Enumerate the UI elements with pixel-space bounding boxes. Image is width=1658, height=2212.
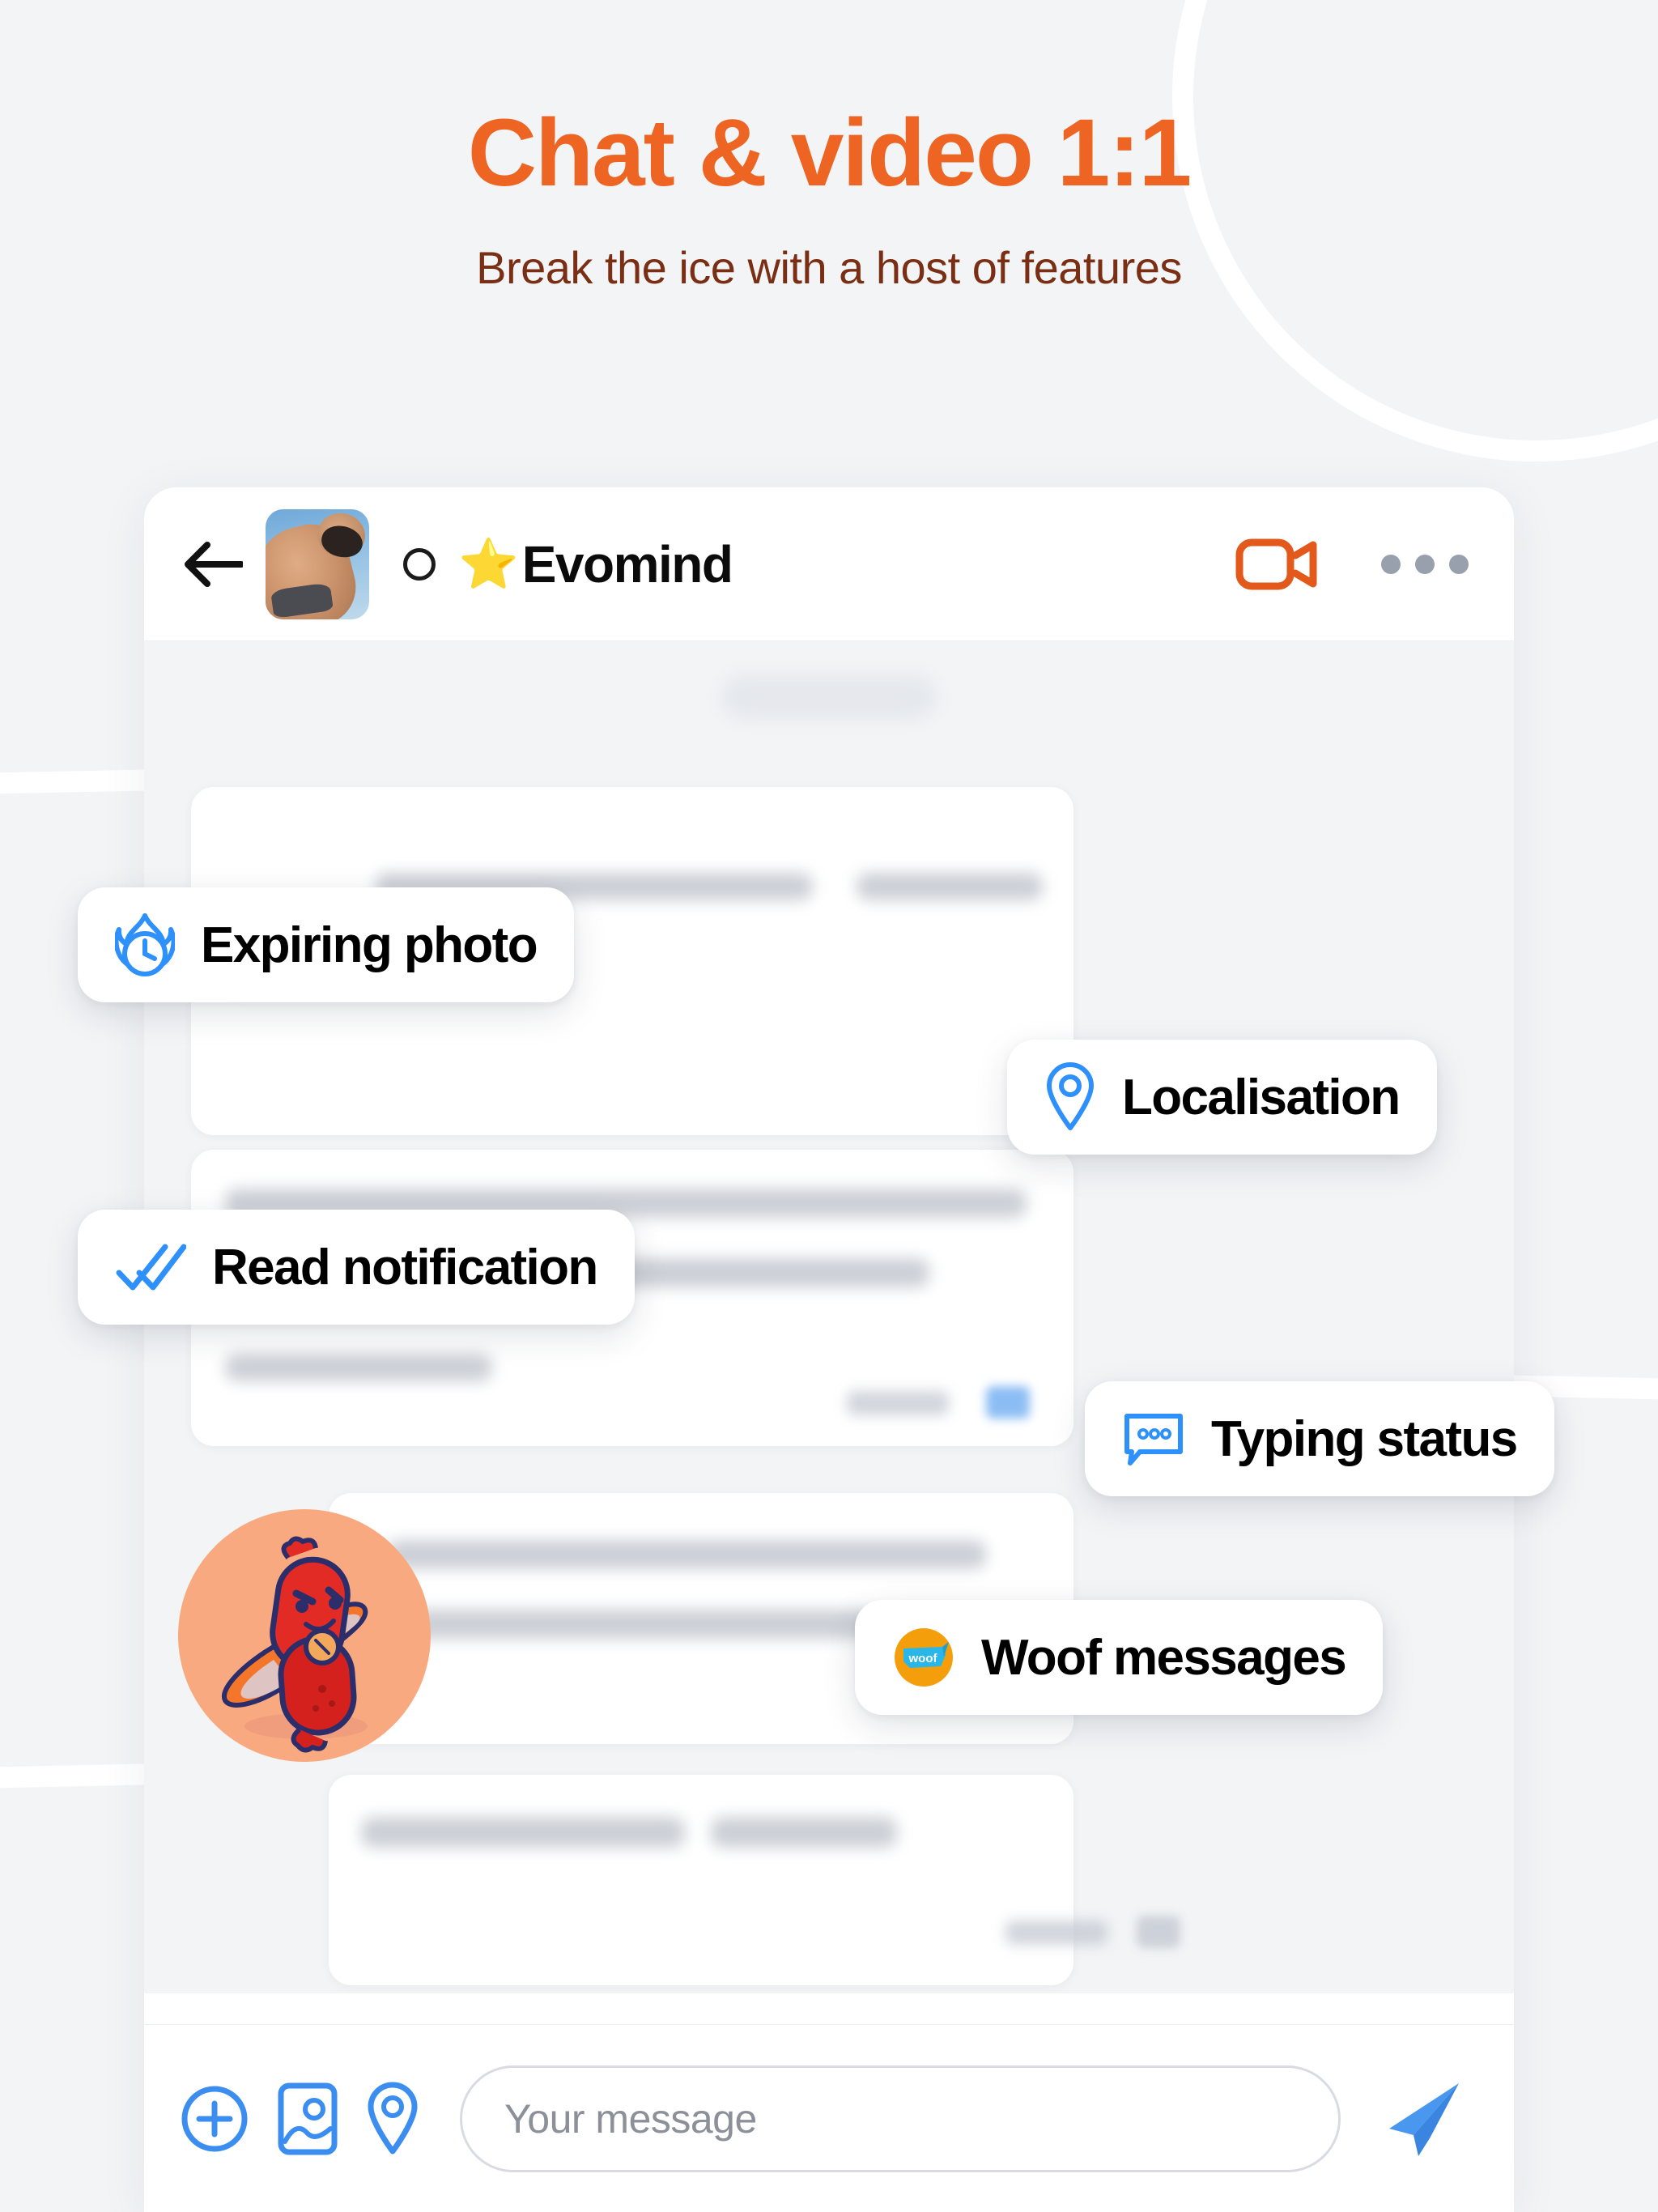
message-text-line bbox=[225, 1354, 492, 1381]
message-text-line bbox=[857, 873, 1043, 900]
feature-pill-typing-status[interactable]: Typing status bbox=[1085, 1381, 1554, 1496]
avatar[interactable] bbox=[266, 508, 369, 619]
image-icon bbox=[278, 2082, 338, 2155]
more-dot-3 bbox=[1449, 554, 1469, 574]
feature-pill-woof-messages[interactable]: woof Woof messages bbox=[855, 1600, 1384, 1715]
back-arrow-icon bbox=[185, 541, 243, 587]
location-pin-icon bbox=[1044, 1061, 1096, 1133]
chat-identity[interactable]: ⭐ Evomind bbox=[403, 534, 1235, 594]
page-header: Chat & video 1:1 Break the ice with a ho… bbox=[0, 100, 1658, 294]
more-dot-1 bbox=[1381, 554, 1401, 574]
message-input-placeholder: Your message bbox=[504, 2095, 757, 2142]
date-separator bbox=[721, 675, 937, 719]
back-button[interactable] bbox=[181, 533, 244, 596]
chat-card: ⭐ Evomind Your message bbox=[144, 487, 1514, 2212]
video-call-button[interactable] bbox=[1235, 534, 1320, 594]
location-pin-icon bbox=[368, 2082, 418, 2154]
typing-bubble-icon bbox=[1122, 1410, 1185, 1468]
more-options-button[interactable] bbox=[1381, 554, 1469, 574]
message-timestamp bbox=[847, 1391, 949, 1415]
send-button[interactable] bbox=[1381, 2078, 1465, 2159]
read-receipt-icon bbox=[986, 1386, 1030, 1419]
status-ring-icon bbox=[403, 547, 436, 581]
plus-circle-icon bbox=[181, 2086, 248, 2151]
message-text-line bbox=[387, 1540, 986, 1569]
feature-pill-label: Expiring photo bbox=[201, 917, 538, 973]
feature-pill-label: Localisation bbox=[1122, 1069, 1401, 1125]
feature-pill-expiring-photo[interactable]: Expiring photo bbox=[78, 887, 574, 1002]
message-text-line bbox=[387, 1610, 873, 1639]
header-actions bbox=[1235, 534, 1469, 594]
message-input-bar: Your message bbox=[144, 2024, 1514, 2212]
message-text-line bbox=[711, 1817, 897, 1848]
more-dot-2 bbox=[1415, 554, 1435, 574]
svg-text:woof: woof bbox=[908, 1652, 938, 1665]
sausage-hero-icon bbox=[221, 1536, 368, 1753]
flame-clock-icon bbox=[115, 912, 175, 978]
chat-title: Evomind bbox=[521, 534, 733, 593]
add-attachment-button[interactable] bbox=[180, 2084, 249, 2154]
page-title: Chat & video 1:1 bbox=[467, 100, 1192, 206]
message-timestamp bbox=[1005, 1921, 1107, 1945]
chat-header: ⭐ Evomind bbox=[144, 487, 1514, 641]
woof-badge-icon: woof bbox=[892, 1626, 955, 1689]
feature-pill-label: Typing status bbox=[1211, 1410, 1518, 1467]
feature-pill-read-notification[interactable]: Read notification bbox=[78, 1210, 635, 1325]
feature-pill-localisation[interactable]: Localisation bbox=[1007, 1040, 1437, 1155]
mascot-sticker[interactable] bbox=[178, 1509, 431, 1762]
send-photo-button[interactable] bbox=[277, 2082, 338, 2156]
feature-pill-label: Read notification bbox=[212, 1239, 598, 1295]
double-check-icon bbox=[115, 1240, 186, 1294]
page-subtitle: Break the ice with a host of features bbox=[476, 241, 1182, 293]
star-icon: ⭐ bbox=[458, 536, 519, 591]
delivery-receipt-icon bbox=[1137, 1916, 1180, 1948]
message-bubble[interactable] bbox=[329, 1775, 1073, 1985]
share-location-button[interactable] bbox=[366, 2082, 419, 2156]
app-screenshot: Chat & video 1:1 Break the ice with a ho… bbox=[0, 0, 1658, 2212]
video-camera-icon bbox=[1235, 538, 1317, 589]
message-text-line bbox=[361, 1817, 685, 1848]
feature-pill-label: Woof messages bbox=[981, 1629, 1347, 1686]
message-input[interactable]: Your message bbox=[460, 2065, 1341, 2172]
send-paper-plane-icon bbox=[1389, 2082, 1459, 2156]
